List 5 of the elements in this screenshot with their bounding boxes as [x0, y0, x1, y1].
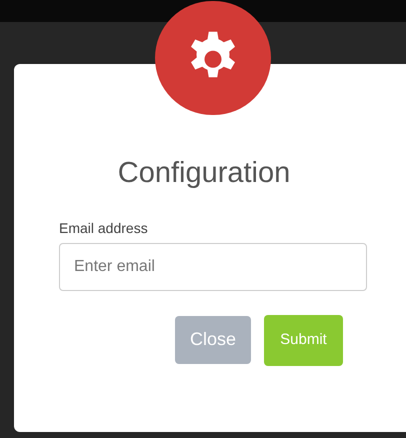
modal-title: Configuration	[118, 156, 290, 191]
submit-button[interactable]: Submit	[264, 314, 343, 366]
close-button[interactable]: Close	[175, 316, 251, 364]
field-label: Email address	[59, 218, 148, 238]
email-input[interactable]: Enter email	[59, 242, 367, 290]
